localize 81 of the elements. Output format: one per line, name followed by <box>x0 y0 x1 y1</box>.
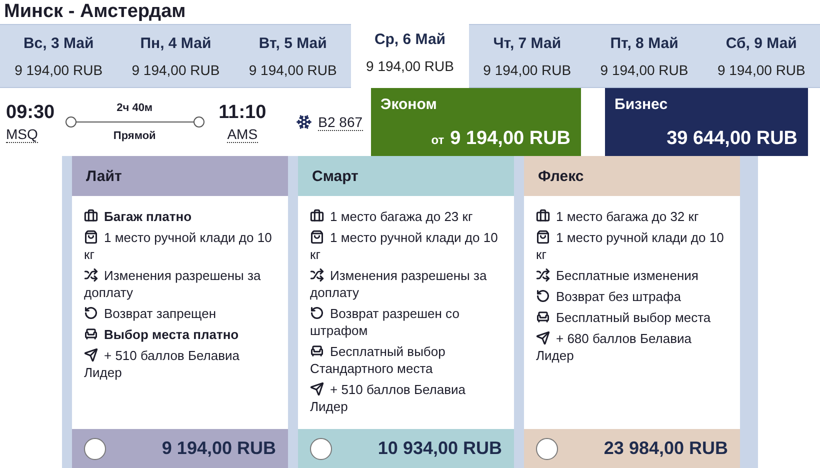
bag-icon <box>310 230 324 244</box>
fare-feature: 1 место ручной клади до 10 кг <box>310 229 499 263</box>
class-price: 9 194,00 RUB <box>450 128 571 150</box>
fare-feature: Изменения разрешены за доплату <box>84 267 262 301</box>
undo-arrow-icon <box>84 306 98 320</box>
date-price: 9 194,00 RUB <box>248 62 337 78</box>
fare-feature: Выбор места платно <box>84 326 276 343</box>
class-name: Бизнес <box>614 96 668 113</box>
fare-radio[interactable] <box>84 438 106 460</box>
date-label: Сб, 9 Май <box>726 34 797 52</box>
departure-time: 09:30 <box>6 102 55 124</box>
seat-icon <box>84 327 98 341</box>
date-tab[interactable]: Сб, 9 Май 9 194,00 RUB <box>702 24 820 88</box>
date-price: 9 194,00 RUB <box>600 62 688 78</box>
suitcase-icon <box>84 209 98 223</box>
flight-duration: 2ч 40м <box>116 102 153 114</box>
fare-feature: + 510 баллов Белавиа Лидер <box>310 381 466 415</box>
route-title: Минск - Амстердам <box>3 0 187 24</box>
date-label: Ср, 6 Май <box>374 30 446 48</box>
date-tab[interactable]: Чт, 7 Май 9 194,00 RUB <box>468 24 586 88</box>
fare-feature: Возврат запрещен <box>84 305 276 322</box>
snowflake-icon <box>296 114 312 130</box>
arrival-time: 11:10 <box>218 102 266 124</box>
fare-feature: 1 место багажа до 23 кг <box>310 208 502 225</box>
stops-label: Прямой <box>113 130 156 142</box>
fare-feature: Возврат без штрафа <box>536 288 728 305</box>
fare-radio[interactable] <box>536 438 558 460</box>
date-label: Пт, 8 Май <box>610 34 678 52</box>
fare-name: Лайт <box>72 156 288 196</box>
bag-icon <box>84 230 98 244</box>
paper-plane-icon <box>310 382 324 396</box>
fare-price: 10 934,00 RUB <box>378 438 502 459</box>
seat-icon <box>310 344 324 358</box>
undo-arrow-icon <box>536 289 550 303</box>
date-price: 9 194,00 RUB <box>483 62 572 78</box>
date-label: Вс, 3 Май <box>23 34 94 52</box>
paper-plane-icon <box>536 331 550 345</box>
date-price: 9 194,00 RUB <box>132 62 220 78</box>
shuffle-icon <box>84 268 98 282</box>
fare-feature: Бесплатный выбор Стандартного места <box>310 343 446 377</box>
fare-radio[interactable] <box>310 438 332 460</box>
arrival-airport-link[interactable]: AMS <box>227 126 258 142</box>
departure-airport-link[interactable]: MSQ <box>6 126 38 142</box>
date-tab[interactable]: Пн, 4 Май 9 194,00 RUB <box>117 24 234 88</box>
fare-name: Смарт <box>298 156 514 196</box>
fare-feature: Возврат разрешен со штрафом <box>310 305 460 339</box>
fare-feature: Багаж платно <box>84 208 276 225</box>
class-price: 39 644,00 RUB <box>666 128 798 150</box>
date-label: Чт, 7 Май <box>493 34 562 52</box>
price-prefix: от <box>431 133 444 147</box>
suitcase-icon <box>536 209 550 223</box>
flight-number-link[interactable]: B2 867 <box>318 114 363 130</box>
date-tab[interactable]: Пт, 8 Май 9 194,00 RUB <box>586 24 703 88</box>
date-price: 9 194,00 RUB <box>14 62 103 78</box>
suitcase-icon <box>310 209 324 223</box>
date-tab[interactable]: Вс, 3 Май 9 194,00 RUB <box>0 24 118 88</box>
fare-feature: 1 место ручной клади до 10 кг <box>536 229 725 263</box>
fare-feature: + 680 баллов Белавиа Лидер <box>536 330 692 364</box>
fare-feature: Изменения разрешены за доплату <box>310 267 488 301</box>
fare-feature: Бесплатный выбор места <box>536 309 728 326</box>
date-label: Вт, 5 Май <box>258 34 327 52</box>
fare-feature: + 510 баллов Белавиа Лидер <box>84 347 240 381</box>
fare-class-panel[interactable]: Бизнес 39 644,00 RUB <box>604 88 808 156</box>
fare-price: 23 984,00 RUB <box>604 438 728 459</box>
undo-arrow-icon <box>310 306 324 320</box>
date-tab[interactable]: Вт, 5 Май 9 194,00 RUB <box>234 24 352 88</box>
fare-name: Флекс <box>524 156 740 196</box>
bag-icon <box>536 230 550 244</box>
seat-icon <box>536 310 550 324</box>
date-price: 9 194,00 RUB <box>366 58 454 74</box>
fare-class-panel[interactable]: Эконом от 9 194,00 RUB <box>370 88 581 156</box>
class-name: Эконом <box>380 96 437 113</box>
paper-plane-icon <box>84 348 98 362</box>
shuffle-icon <box>310 268 324 282</box>
fare-feature: 1 место багажа до 32 кг <box>536 208 728 225</box>
fare-feature: 1 место ручной клади до 10 кг <box>84 229 273 263</box>
fare-price: 9 194,00 RUB <box>162 438 276 459</box>
shuffle-icon <box>536 268 550 282</box>
date-price: 9 194,00 RUB <box>717 62 806 78</box>
fare-feature: Бесплатные изменения <box>536 267 728 284</box>
date-label: Пн, 4 Май <box>140 34 212 52</box>
